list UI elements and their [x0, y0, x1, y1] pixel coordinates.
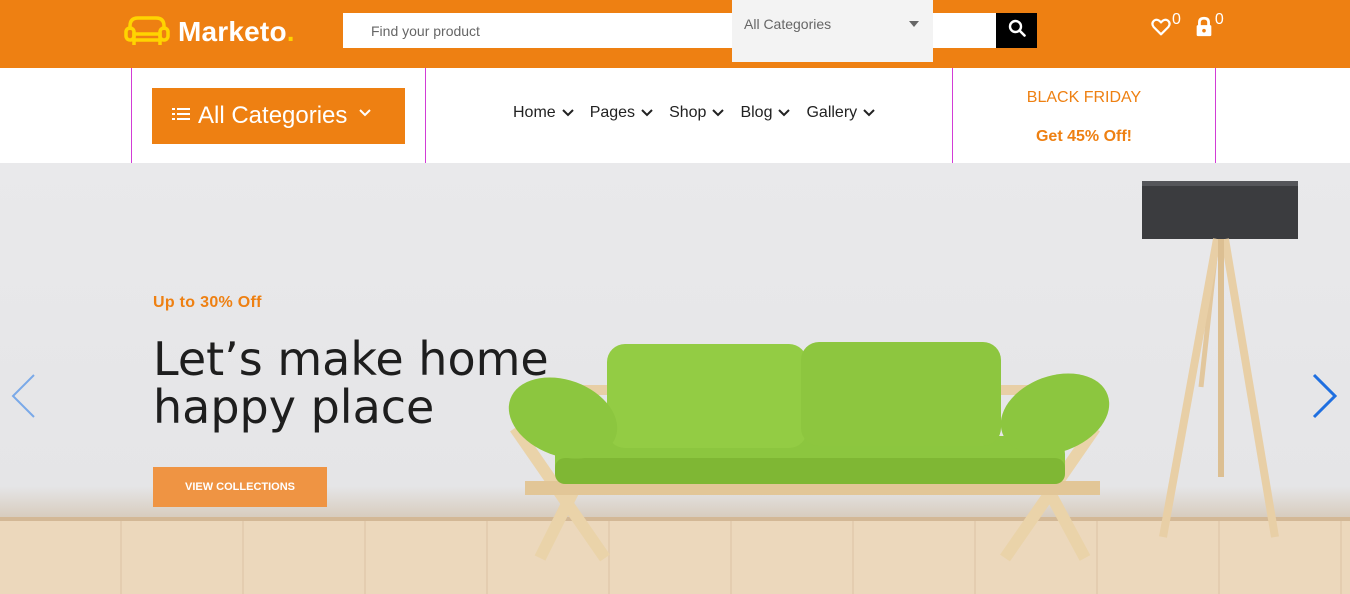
menu-item-label: Home	[513, 104, 556, 121]
view-collections-button[interactable]: VIEW COLLECTIONS	[153, 467, 327, 507]
all-categories-label: All Categories	[198, 102, 348, 129]
menu-item-label: Shop	[669, 104, 707, 121]
top-header: Marketo. All Categories 0	[0, 0, 1350, 68]
heart-icon	[1150, 12, 1172, 43]
chevron-down-icon	[561, 109, 574, 117]
chevron-down-icon	[712, 109, 725, 117]
floor-lamp-image	[1142, 181, 1298, 538]
wishlist-count: 0	[1172, 11, 1181, 28]
chevron-down-icon	[359, 104, 372, 122]
divider	[425, 68, 426, 163]
chevron-right-icon	[1312, 373, 1338, 419]
menu-item-gallery[interactable]: Gallery	[806, 104, 875, 122]
search-input[interactable]	[343, 13, 733, 48]
prev-slide-button[interactable]	[10, 373, 36, 424]
logo-text: Marketo	[178, 16, 287, 47]
lock-bag-icon	[1193, 12, 1215, 43]
next-slide-button[interactable]	[1312, 373, 1338, 424]
menu-item-blog[interactable]: Blog	[740, 104, 791, 122]
promo-subtitle[interactable]: Get 45% Off!	[953, 128, 1215, 146]
hamburger-icon	[172, 107, 190, 126]
divider	[1215, 68, 1216, 163]
main-navbar: All Categories Home Pages Shop Blog Gall…	[0, 68, 1350, 163]
category-select-value: All Categories	[744, 16, 832, 32]
hero-title: Let’s make home happy place	[153, 335, 713, 431]
caret-down-icon	[909, 21, 919, 27]
sofa-logo-icon	[124, 12, 170, 53]
chevron-down-icon	[863, 109, 875, 117]
menu-item-label: Gallery	[806, 104, 858, 121]
main-menu: Home Pages Shop Blog Gallery	[513, 104, 891, 122]
chevron-left-icon	[11, 374, 35, 418]
wishlist-button[interactable]: 0	[1150, 12, 1181, 43]
hero-offer: Up to 30% Off	[153, 294, 262, 311]
menu-item-label: Pages	[589, 104, 636, 121]
hero-title-line: happy place	[153, 380, 435, 434]
menu-item-home[interactable]: Home	[513, 104, 574, 122]
search-icon	[1008, 19, 1026, 42]
menu-item-pages[interactable]: Pages	[590, 104, 653, 122]
logo-dot: .	[286, 16, 295, 47]
search-bar: All Categories	[343, 0, 1037, 62]
hero-slider: Up to 30% Off Let’s make home happy plac…	[0, 163, 1350, 594]
chevron-down-icon	[778, 109, 791, 117]
cart-count: 0	[1214, 11, 1224, 28]
hero-title-line: Let’s make home	[153, 332, 549, 386]
header-actions: 0 0	[1150, 12, 1236, 43]
search-button[interactable]	[996, 13, 1037, 48]
all-categories-button[interactable]: All Categories	[152, 88, 405, 144]
menu-item-shop[interactable]: Shop	[669, 104, 725, 122]
cart-button[interactable]: 0	[1193, 12, 1224, 43]
site-logo[interactable]: Marketo.	[124, 12, 295, 52]
promo-title[interactable]: BLACK FRIDAY	[953, 89, 1215, 107]
menu-item-label: Blog	[740, 104, 773, 121]
divider	[952, 68, 953, 163]
divider	[131, 68, 132, 163]
category-select[interactable]: All Categories	[732, 0, 933, 62]
chevron-down-icon	[641, 109, 653, 117]
